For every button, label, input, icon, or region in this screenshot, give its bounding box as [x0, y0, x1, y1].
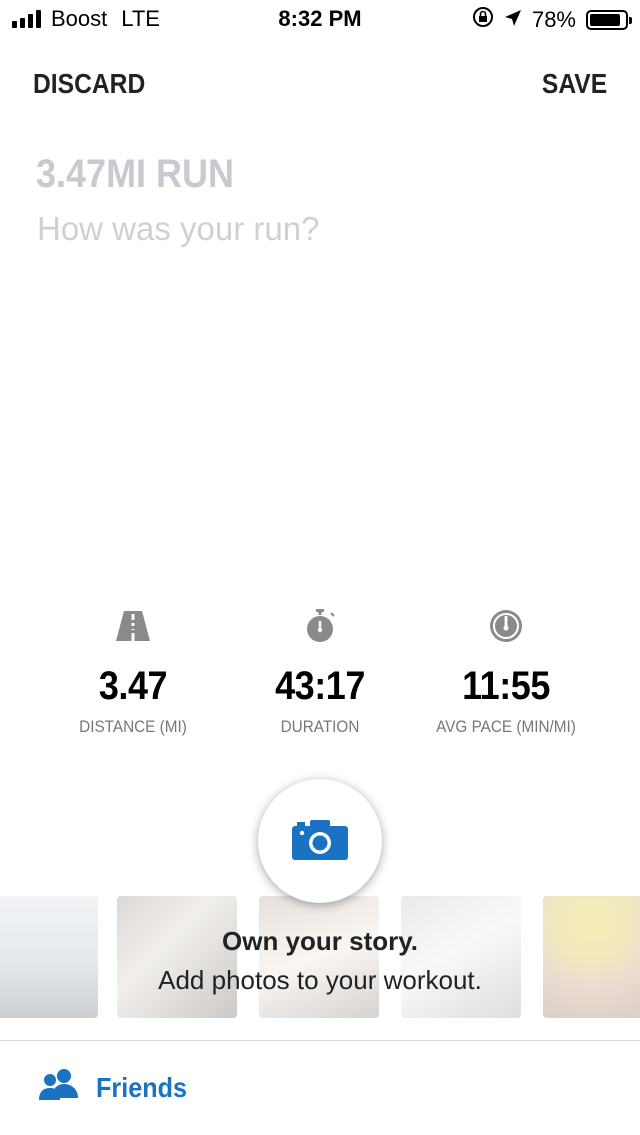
- distance-label: DISTANCE (MI): [79, 717, 187, 736]
- stat-pace: 11:55 AVG PACE (MIN/MI): [406, 608, 606, 737]
- save-button[interactable]: SAVE: [542, 68, 607, 100]
- road-icon: [33, 608, 233, 644]
- workout-title-input[interactable]: 3.47MI RUN: [36, 152, 234, 197]
- battery-percent: 78%: [531, 7, 576, 32]
- promo-subtitle: Add photos to your workout.: [158, 965, 482, 995]
- speedometer-icon: [406, 608, 606, 644]
- divider: [0, 1040, 640, 1041]
- discard-button[interactable]: DISCARD: [33, 68, 145, 100]
- add-photo-button[interactable]: [258, 779, 382, 903]
- top-bar: DISCARD SAVE: [0, 68, 640, 108]
- workout-stats: 3.47 DISTANCE (MI) 43:17 DURATION 11:55 …: [0, 608, 640, 738]
- promo-title: Own your story.: [222, 926, 418, 956]
- stopwatch-icon: [220, 608, 420, 644]
- status-bar: Boost LTE 8:32 PM 78%: [0, 0, 640, 40]
- photo-promo: Own your story. Add photos to your worko…: [0, 926, 640, 996]
- status-right: 78%: [472, 6, 632, 34]
- stat-distance: 3.47 DISTANCE (MI): [33, 608, 233, 737]
- friends-button[interactable]: Friends: [38, 1068, 197, 1107]
- battery-icon: [586, 10, 632, 30]
- pace-value: 11:55: [462, 664, 550, 708]
- workout-description-input[interactable]: How was your run?: [37, 210, 319, 248]
- duration-value: 43:17: [275, 664, 365, 708]
- camera-icon: [292, 818, 348, 865]
- friends-label: Friends: [96, 1071, 188, 1103]
- friends-icon: [38, 1068, 80, 1107]
- distance-value: 3.47: [98, 664, 168, 708]
- stat-duration: 43:17 DURATION: [220, 608, 420, 737]
- location-arrow-icon: [504, 7, 522, 33]
- duration-label: DURATION: [280, 717, 360, 736]
- pace-label: AVG PACE (MIN/MI): [436, 717, 576, 736]
- orientation-lock-icon: [472, 6, 494, 34]
